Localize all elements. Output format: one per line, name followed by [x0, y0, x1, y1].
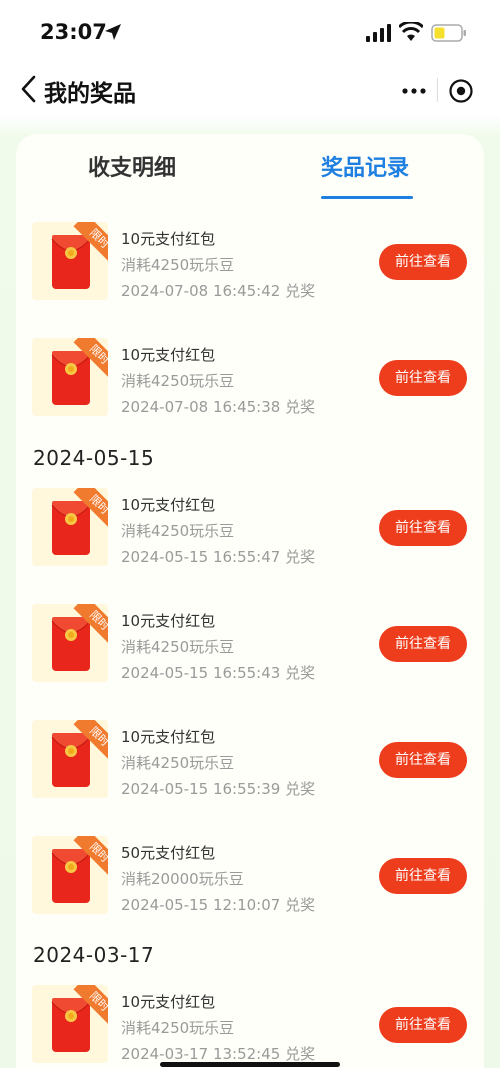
- view-prize-button[interactable]: 前往查看: [379, 858, 467, 894]
- view-prize-button[interactable]: 前往查看: [379, 510, 467, 546]
- red-packet-thumbnail: 限时: [32, 222, 108, 300]
- prize-cost: 消耗4250玩乐豆: [121, 256, 235, 274]
- redeem-time: 2024-05-15 16:55:47 兑奖: [121, 548, 316, 566]
- battery-icon: [431, 24, 466, 42]
- red-packet-thumbnail: 限时: [32, 604, 108, 682]
- tab-income-expense[interactable]: 收支明细: [88, 150, 176, 182]
- prize-cost: 消耗4250玩乐豆: [121, 522, 235, 540]
- back-chevron-icon[interactable]: [18, 74, 40, 104]
- redeem-time: 2024-05-15 16:55:43 兑奖: [121, 664, 316, 682]
- prize-record-item: 限时 10元支付红包 消耗4250玩乐豆 2024-03-17 13:52:45…: [16, 985, 484, 1068]
- home-indicator: [160, 1062, 340, 1067]
- prize-cost: 消耗4250玩乐豆: [121, 754, 235, 772]
- prize-title: 10元支付红包: [121, 496, 216, 514]
- prize-title: 10元支付红包: [121, 230, 216, 248]
- prize-title: 10元支付红包: [121, 612, 216, 630]
- red-packet-thumbnail: 限时: [32, 338, 108, 416]
- date-group-header: 2024-03-17: [33, 943, 155, 967]
- red-packet-thumbnail: 限时: [32, 985, 108, 1063]
- prize-record-item: 限时 10元支付红包 消耗4250玩乐豆 2024-05-15 16:55:47…: [16, 488, 484, 578]
- nav-bar: 我的奖品: [0, 64, 500, 116]
- prize-cost: 消耗4250玩乐豆: [121, 372, 235, 390]
- prize-title: 50元支付红包: [121, 844, 216, 862]
- redeem-time: 2024-07-08 16:45:38 兑奖: [121, 398, 316, 416]
- mini-program-capsule: [390, 68, 486, 112]
- prize-record-item: 限时 10元支付红包 消耗4250玩乐豆 2024-05-15 16:55:39…: [16, 720, 484, 810]
- prize-record-item: 限时 50元支付红包 消耗20000玩乐豆 2024-05-15 12:10:0…: [16, 836, 484, 926]
- redeem-time: 2024-05-15 16:55:39 兑奖: [121, 780, 316, 798]
- date-group-header: 2024-05-15: [33, 446, 155, 470]
- view-prize-button[interactable]: 前往查看: [379, 742, 467, 778]
- red-packet-thumbnail: 限时: [32, 720, 108, 798]
- redeem-time: 2024-03-17 13:52:45 兑奖: [121, 1045, 316, 1063]
- tab-bar: 收支明细 奖品记录: [16, 134, 484, 204]
- prize-cost: 消耗20000玩乐豆: [121, 870, 244, 888]
- close-mini-program-icon[interactable]: [448, 78, 474, 104]
- prize-title: 10元支付红包: [121, 728, 216, 746]
- prize-title: 10元支付红包: [121, 993, 216, 1011]
- prize-record-item: 限时 10元支付红包 消耗4250玩乐豆 2024-07-08 16:45:42…: [16, 222, 484, 312]
- prize-record-card: 收支明细 奖品记录 限时 10元支付红包 消耗4250玩乐豆 2024-07-0…: [16, 134, 484, 1068]
- capsule-divider: [437, 78, 438, 102]
- prize-cost: 消耗4250玩乐豆: [121, 1019, 235, 1037]
- more-dots-icon[interactable]: [390, 76, 436, 106]
- redeem-time: 2024-05-15 12:10:07 兑奖: [121, 896, 316, 914]
- status-time: 23:07: [40, 20, 107, 44]
- location-arrow-icon: [105, 24, 121, 40]
- view-prize-button[interactable]: 前往查看: [379, 1007, 467, 1043]
- app-screen: 23:07 我的奖品 收支明细 奖品记录 限时 10元支付红包 消耗4250玩乐…: [0, 0, 500, 1068]
- signal-icon: [366, 24, 391, 42]
- active-tab-indicator: [321, 196, 413, 199]
- status-bar: 23:07: [0, 0, 500, 64]
- view-prize-button[interactable]: 前往查看: [379, 244, 467, 280]
- prize-record-item: 限时 10元支付红包 消耗4250玩乐豆 2024-05-15 16:55:43…: [16, 604, 484, 694]
- wifi-icon: [399, 22, 423, 41]
- prize-cost: 消耗4250玩乐豆: [121, 638, 235, 656]
- tab-prize-records[interactable]: 奖品记录: [321, 150, 409, 182]
- red-packet-thumbnail: 限时: [32, 836, 108, 914]
- view-prize-button[interactable]: 前往查看: [379, 360, 467, 396]
- prize-record-item: 限时 10元支付红包 消耗4250玩乐豆 2024-07-08 16:45:38…: [16, 338, 484, 428]
- view-prize-button[interactable]: 前往查看: [379, 626, 467, 662]
- redeem-time: 2024-07-08 16:45:42 兑奖: [121, 282, 316, 300]
- page-title: 我的奖品: [44, 81, 136, 107]
- prize-title: 10元支付红包: [121, 346, 216, 364]
- red-packet-thumbnail: 限时: [32, 488, 108, 566]
